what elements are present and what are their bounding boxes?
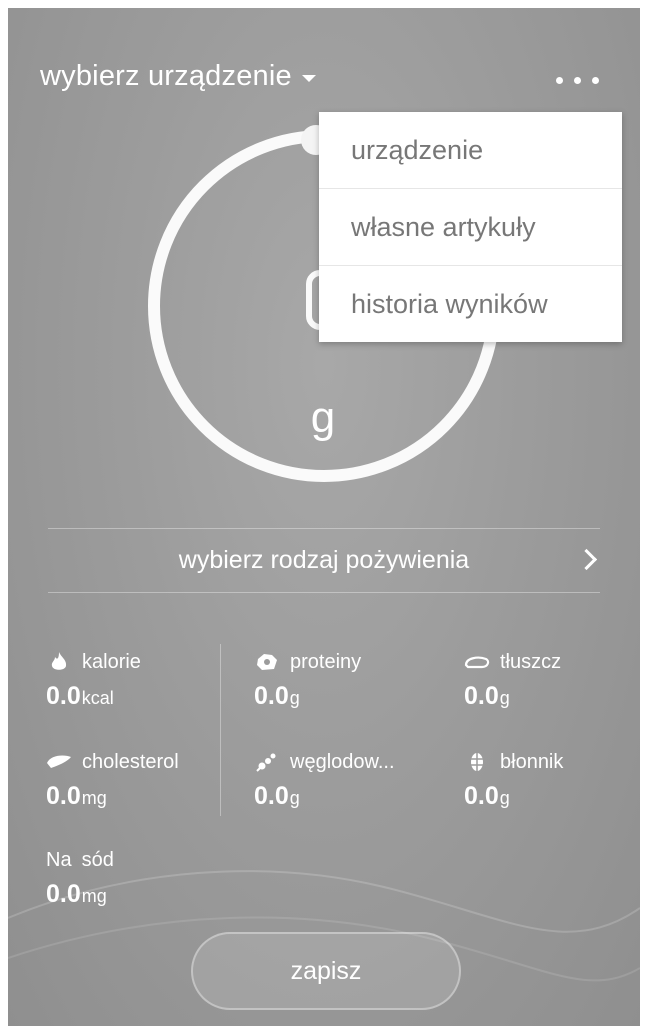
nutrient-protein: proteiny 0.0g <box>254 648 434 711</box>
nutrient-cholesterol: cholesterol 0.0mg <box>46 748 226 811</box>
save-button[interactable]: zapisz <box>191 932 461 1010</box>
protein-icon <box>257 654 277 670</box>
nutrient-unit: g <box>499 688 510 708</box>
nutrient-label: błonnik <box>500 750 564 773</box>
dot <box>592 76 599 84</box>
nutrient-unit: g <box>289 788 300 808</box>
liver-icon <box>47 755 71 768</box>
more-options-button[interactable] <box>556 68 612 92</box>
nutrient-unit: kcal <box>81 688 114 708</box>
overflow-menu: urządzenie własne artykuły historia wyni… <box>319 112 622 342</box>
nutrient-value: 0.0 <box>464 782 499 810</box>
menu-item-results-history[interactable]: historia wyników <box>319 266 622 342</box>
nutrient-sodium: Na sód 0.0mg <box>46 846 226 909</box>
dot <box>574 76 581 84</box>
nutrient-label: kalorie <box>82 650 141 673</box>
divider <box>48 592 600 593</box>
nutrient-value: 0.0 <box>46 880 81 908</box>
fat-icon <box>464 656 490 669</box>
nutrient-calories: kalorie 0.0kcal <box>46 648 226 711</box>
nutrient-carbohydrates: węglodow... 0.0g <box>254 748 434 811</box>
nutrient-value: 0.0 <box>46 682 81 710</box>
device-select-dropdown[interactable]: wybierz urządzenie <box>40 60 316 93</box>
food-type-label: wybierz rodzaj pożywienia <box>178 545 470 574</box>
flame-icon <box>51 652 67 670</box>
nutrient-fat: tłuszcz 0.0g <box>464 648 640 711</box>
weight-unit: g <box>310 393 336 442</box>
carb-icon <box>256 753 276 772</box>
nutrient-unit: g <box>499 788 510 808</box>
caret-down-icon <box>301 75 316 82</box>
nutrient-unit: mg <box>81 788 107 808</box>
nutrient-fiber: błonnik 0.0g <box>464 748 640 811</box>
nutrient-unit: g <box>289 688 300 708</box>
fiber-icon <box>471 753 483 771</box>
sodium-icon: Na <box>46 848 72 871</box>
nutrient-value: 0.0 <box>254 682 289 710</box>
device-select-label: wybierz urządzenie <box>40 60 292 92</box>
food-type-selector[interactable]: wybierz rodzaj pożywienia <box>48 528 600 592</box>
nutrient-value: 0.0 <box>46 782 81 810</box>
menu-item-custom-articles[interactable]: własne artykuły <box>319 189 622 266</box>
nutrient-label: węglodow... <box>290 750 395 773</box>
nutrient-label: proteiny <box>290 650 362 673</box>
menu-item-device[interactable]: urządzenie <box>319 112 622 189</box>
app-screen: wybierz urządzenie g urządzenie własne a… <box>8 8 640 1026</box>
dot <box>556 76 563 84</box>
nutrient-label: cholesterol <box>82 750 179 773</box>
nutrient-unit: mg <box>81 886 107 906</box>
nutrient-value: 0.0 <box>464 682 499 710</box>
nutrient-label: sód <box>81 848 114 871</box>
nutrient-label: tłuszcz <box>500 650 562 673</box>
nutrient-value: 0.0 <box>254 782 289 810</box>
